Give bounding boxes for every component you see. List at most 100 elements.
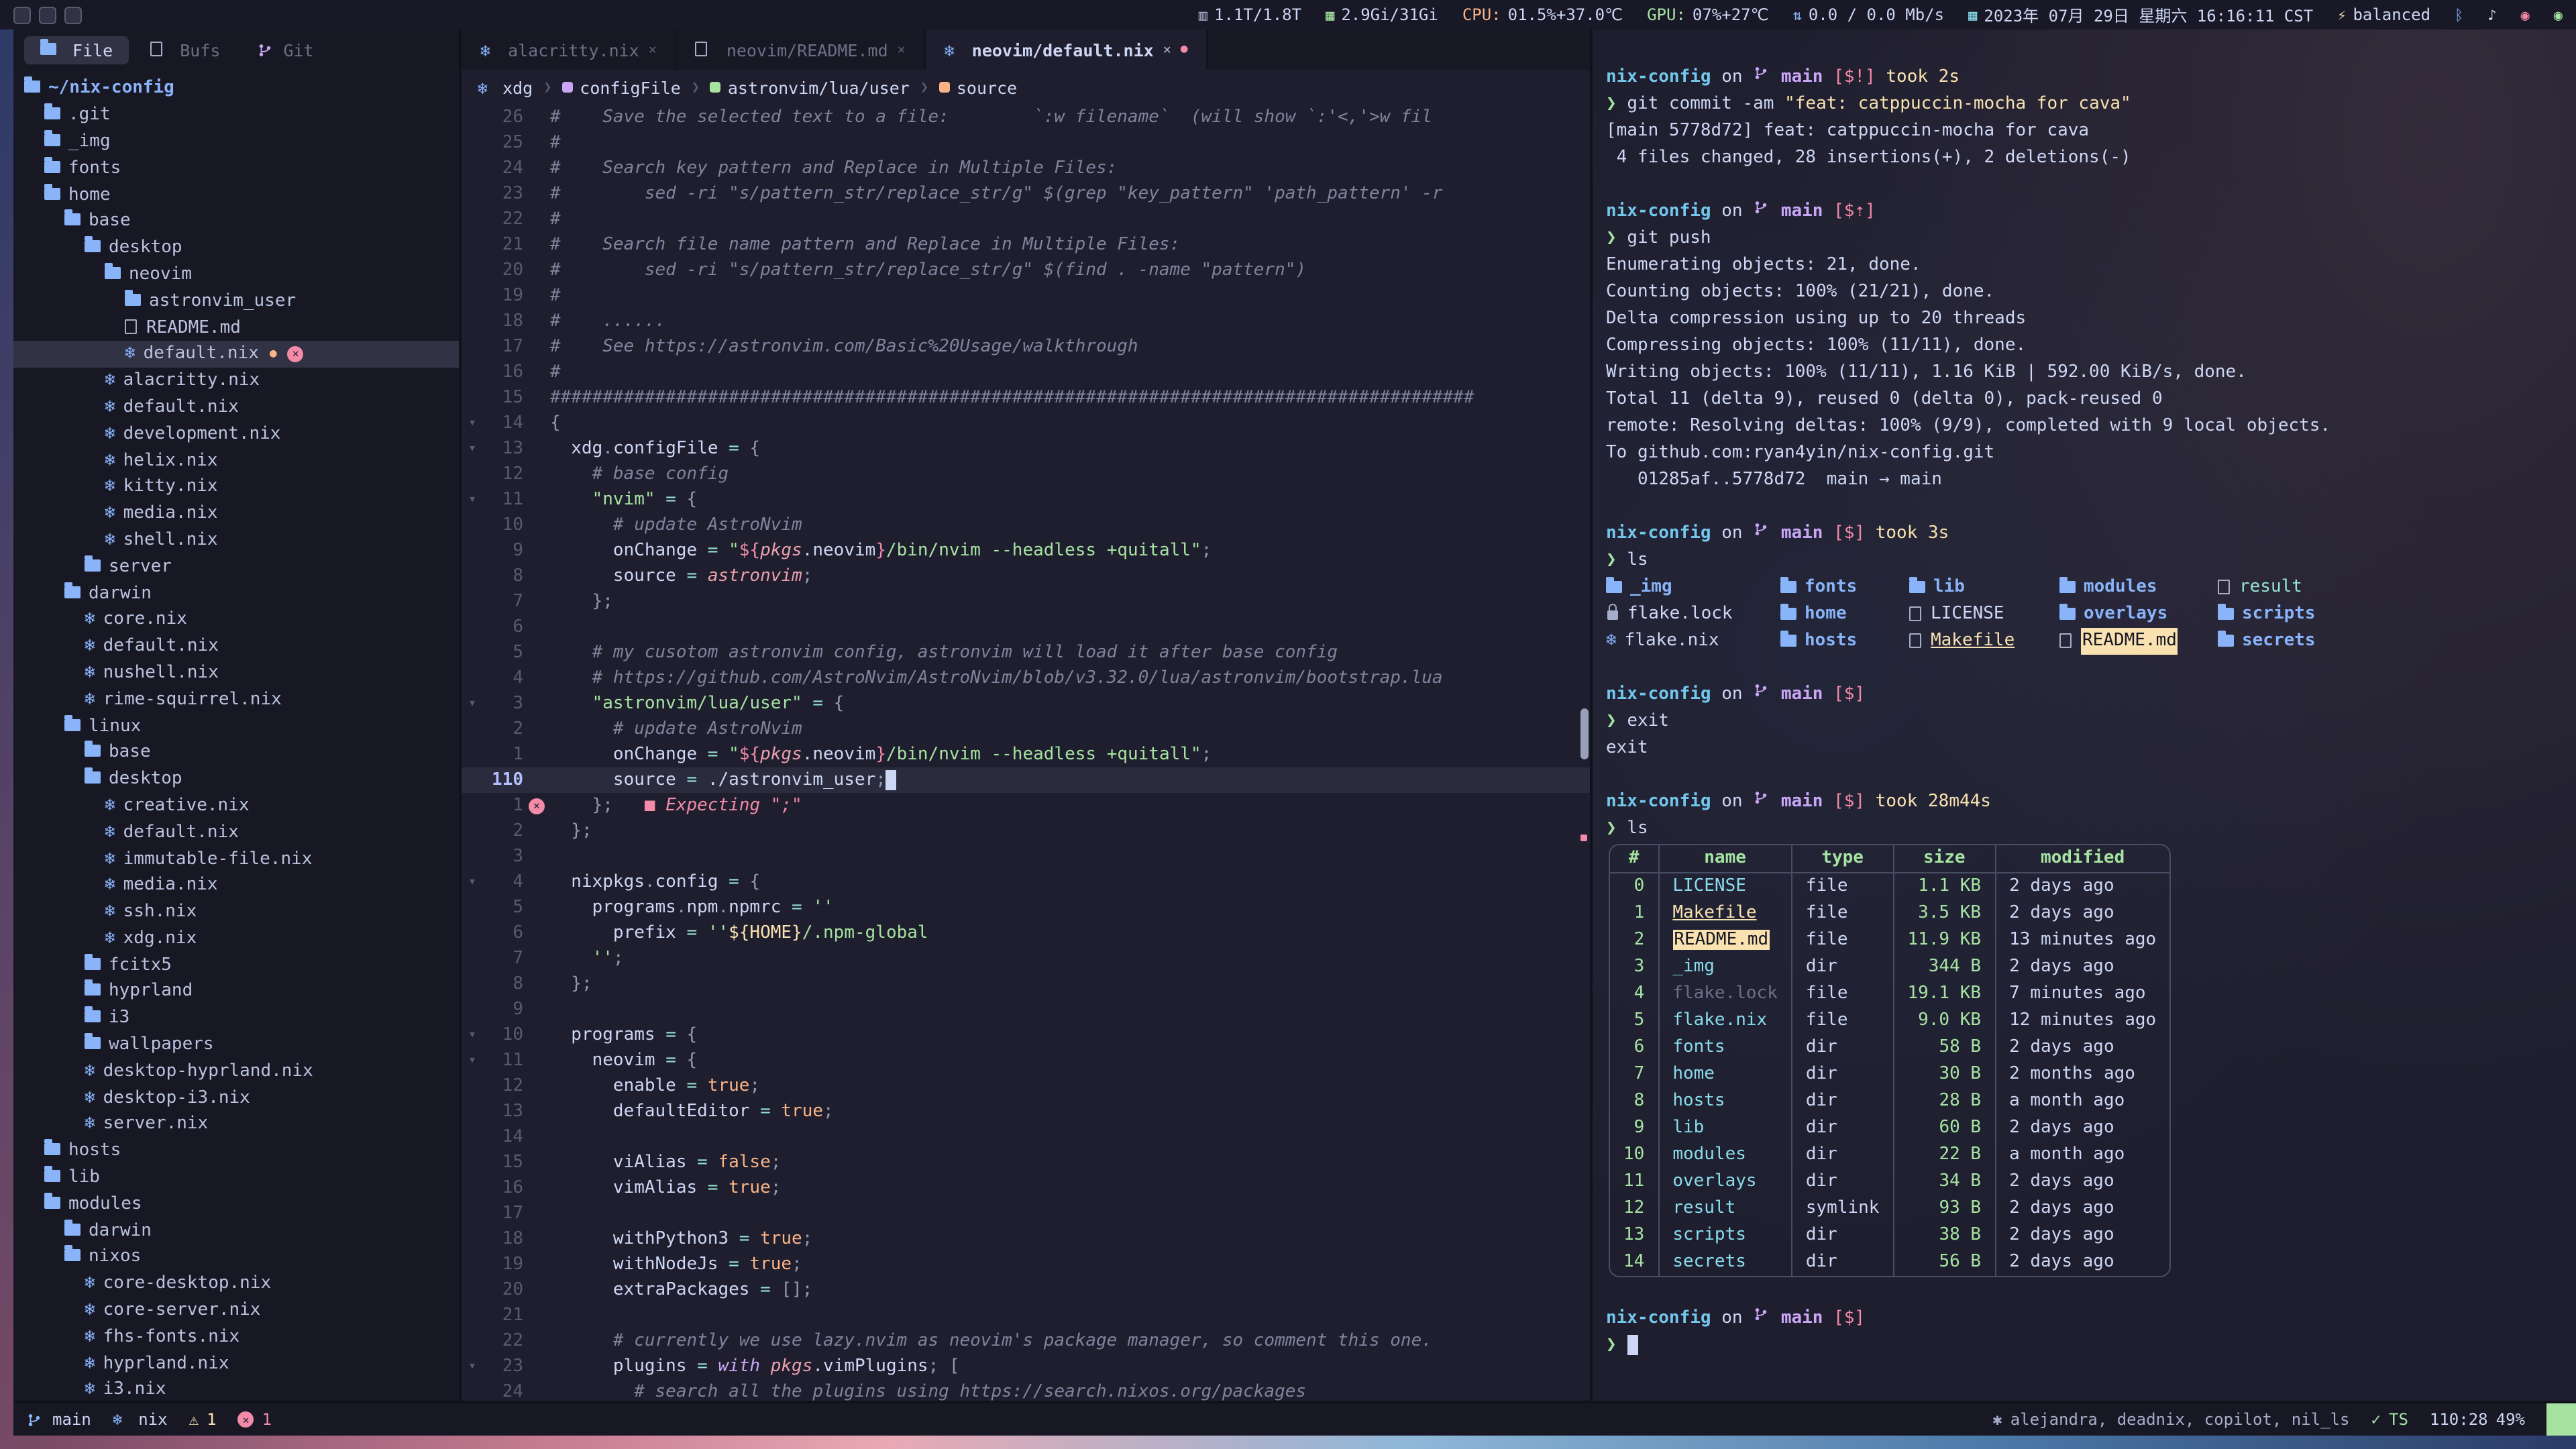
code-line[interactable]: 8 source = astronvim; xyxy=(462,564,1590,589)
tree-item[interactable]: ❄default.nix xyxy=(13,819,459,846)
code-area[interactable]: 26# Save the selected text to a file: `:… xyxy=(462,105,1590,1401)
editor-tab[interactable]: ❄neovim/default.nix✕● xyxy=(926,30,1208,70)
tree-item[interactable]: fcitx5 xyxy=(13,952,459,979)
breadcrumb-segment[interactable]: astronvim/lua/user xyxy=(710,77,910,97)
tree-item[interactable]: ❄xdg.nix xyxy=(13,925,459,952)
tree-tab-file[interactable]: File xyxy=(24,36,129,64)
tree-item[interactable]: home xyxy=(13,181,459,208)
code-line[interactable]: 5 # my cusotom astronvim config, astronv… xyxy=(462,640,1590,665)
code-line[interactable]: 8 }; xyxy=(462,971,1590,997)
terminal[interactable]: nix-config on main [$!] took 2s❯ git com… xyxy=(1590,30,2576,1401)
code-line[interactable]: 9 onChange = "${pkgs.neovim}/bin/nvim --… xyxy=(462,538,1590,564)
code-line[interactable]: 18# ...... xyxy=(462,309,1590,334)
code-line[interactable]: 15 viAlias = false; xyxy=(462,1150,1590,1175)
code-line[interactable]: 1✕ }; ■ Expecting ";" xyxy=(462,793,1590,818)
code-line[interactable]: 9 xyxy=(462,997,1590,1022)
tree-item[interactable]: darwin xyxy=(13,1218,459,1244)
tree-item[interactable]: ❄alacritty.nix xyxy=(13,368,459,394)
code-line[interactable]: 13 defaultEditor = true; xyxy=(462,1099,1590,1124)
tree-item[interactable]: hosts xyxy=(13,1138,459,1165)
tree-item[interactable]: ❄ssh.nix xyxy=(13,898,459,925)
tree-item[interactable]: README.md xyxy=(13,314,459,341)
tray-icon[interactable] xyxy=(64,6,82,23)
code-line[interactable]: 4 # https://github.com/AstroNvim/AstroNv… xyxy=(462,665,1590,691)
tree-item[interactable]: ❄server.nix xyxy=(13,1111,459,1138)
tree-item[interactable]: ❄creative.nix xyxy=(13,792,459,819)
fold-chevron-icon[interactable]: ▾ xyxy=(462,487,483,513)
close-icon[interactable]: ✕ xyxy=(898,42,906,57)
code-line[interactable]: 23# sed -ri "s/pattern_str/replace_str/g… xyxy=(462,181,1590,207)
code-line[interactable]: 24# Search key pattern and Replace in Mu… xyxy=(462,156,1590,181)
code-line[interactable]: 25# xyxy=(462,130,1590,156)
code-line[interactable]: ▾10 programs = { xyxy=(462,1022,1590,1048)
tree-item[interactable]: ❄kitty.nix xyxy=(13,474,459,500)
code-line[interactable]: ▾4 nixpkgs.config = { xyxy=(462,869,1590,895)
fold-chevron-icon[interactable]: ▾ xyxy=(462,869,483,895)
tray-icon[interactable] xyxy=(13,6,31,23)
tree-item[interactable]: astronvim_user xyxy=(13,288,459,315)
fold-chevron-icon[interactable]: ▾ xyxy=(462,1354,483,1379)
tree-item[interactable]: ❄development.nix xyxy=(13,421,459,447)
volume-icon[interactable]: ♪ xyxy=(2487,6,2496,23)
code-line[interactable]: 20 extraPackages = []; xyxy=(462,1277,1590,1303)
code-line[interactable]: 24 # search all the plugins using https:… xyxy=(462,1379,1590,1401)
tree-tab-git[interactable]: Git xyxy=(241,36,329,64)
tray-icon[interactable] xyxy=(39,6,56,23)
power-icon[interactable]: ◉ xyxy=(2554,6,2563,23)
code-line[interactable]: 21# Search file name pattern and Replace… xyxy=(462,232,1590,258)
tree-item[interactable]: _img xyxy=(13,128,459,155)
tree-item[interactable]: desktop xyxy=(13,235,459,262)
editor-tab[interactable]: neovim/README.md✕ xyxy=(677,30,926,70)
code-line[interactable]: 17 xyxy=(462,1201,1590,1226)
fold-chevron-icon[interactable]: ▾ xyxy=(462,691,483,716)
notification-icon[interactable]: ◉ xyxy=(2521,6,2530,23)
tree-item[interactable]: ❄rime-squirrel.nix xyxy=(13,686,459,713)
code-line[interactable]: 17# See https://astronvim.com/Basic%20Us… xyxy=(462,334,1590,360)
code-line[interactable]: 2 # update AstroNvim xyxy=(462,716,1590,742)
editor-tab[interactable]: ❄alacritty.nix✕ xyxy=(462,30,677,70)
bluetooth-icon[interactable]: ᛒ xyxy=(2455,6,2463,23)
code-line[interactable]: 19 withNodeJs = true; xyxy=(462,1252,1590,1277)
tree-item[interactable]: ❄default.nix xyxy=(13,394,459,421)
tree-item[interactable]: base xyxy=(13,739,459,766)
code-line[interactable]: ▾11 neovim = { xyxy=(462,1048,1590,1073)
code-line[interactable]: 110 source = ./astronvim_user; xyxy=(462,767,1590,793)
tree-item[interactable]: ❄desktop-hyprland.nix xyxy=(13,1058,459,1085)
tree-item[interactable]: ❄fhs-fonts.nix xyxy=(13,1324,459,1350)
code-line[interactable]: 26# Save the selected text to a file: `:… xyxy=(462,105,1590,130)
code-line[interactable]: 19# xyxy=(462,283,1590,309)
code-line[interactable]: 12 # base config xyxy=(462,462,1590,487)
code-line[interactable]: 22 # currently we use lazy.nvim as neovi… xyxy=(462,1328,1590,1354)
tree-item[interactable]: i3 xyxy=(13,1005,459,1032)
tree-item[interactable]: ❄shell.nix xyxy=(13,527,459,553)
code-line[interactable]: 15######################################… xyxy=(462,385,1590,411)
code-line[interactable]: 6 prefix = ''${HOME}/.npm-global xyxy=(462,920,1590,946)
code-line[interactable]: 7 ''; xyxy=(462,946,1590,971)
tree-item[interactable]: ❄helix.nix xyxy=(13,447,459,474)
code-line[interactable]: ▾23 plugins = with pkgs.vimPlugins; [ xyxy=(462,1354,1590,1379)
code-line[interactable]: 18 withPython3 = true; xyxy=(462,1226,1590,1252)
code-line[interactable]: 10 # update AstroNvim xyxy=(462,513,1590,538)
close-icon[interactable]: ✕ xyxy=(649,42,657,57)
code-line[interactable]: 1 onChange = "${pkgs.neovim}/bin/nvim --… xyxy=(462,742,1590,767)
tree-item[interactable]: linux xyxy=(13,712,459,739)
breadcrumb-segment[interactable]: source xyxy=(939,77,1017,97)
tree-item[interactable]: darwin xyxy=(13,580,459,606)
tree-item[interactable]: ❄media.nix xyxy=(13,872,459,899)
code-line[interactable]: 16 vimAlias = true; xyxy=(462,1175,1590,1201)
tree-item[interactable]: ❄nushell.nix xyxy=(13,659,459,686)
code-line[interactable]: 2 }; xyxy=(462,818,1590,844)
code-line[interactable]: 5 programs.npm.npmrc = '' xyxy=(462,895,1590,920)
tree-item[interactable]: ❄desktop-i3.nix xyxy=(13,1085,459,1112)
tree-tab-bufs[interactable]: Bufs xyxy=(134,36,236,64)
code-line[interactable]: 6 xyxy=(462,614,1590,640)
tree-item[interactable]: nixos xyxy=(13,1244,459,1271)
breadcrumb-segment[interactable]: ❄xdg xyxy=(478,77,533,97)
close-icon[interactable]: ✕ xyxy=(1163,42,1171,57)
code-line[interactable]: 20# sed -ri "s/pattern_str/replace_str/g… xyxy=(462,258,1590,283)
tree-item[interactable]: ❄default.nix xyxy=(13,633,459,659)
tree-item[interactable]: lib xyxy=(13,1164,459,1191)
code-line[interactable]: 12 enable = true; xyxy=(462,1073,1590,1099)
tree-item[interactable]: base xyxy=(13,208,459,235)
tree-item[interactable]: ❄hyprland.nix xyxy=(13,1350,459,1377)
